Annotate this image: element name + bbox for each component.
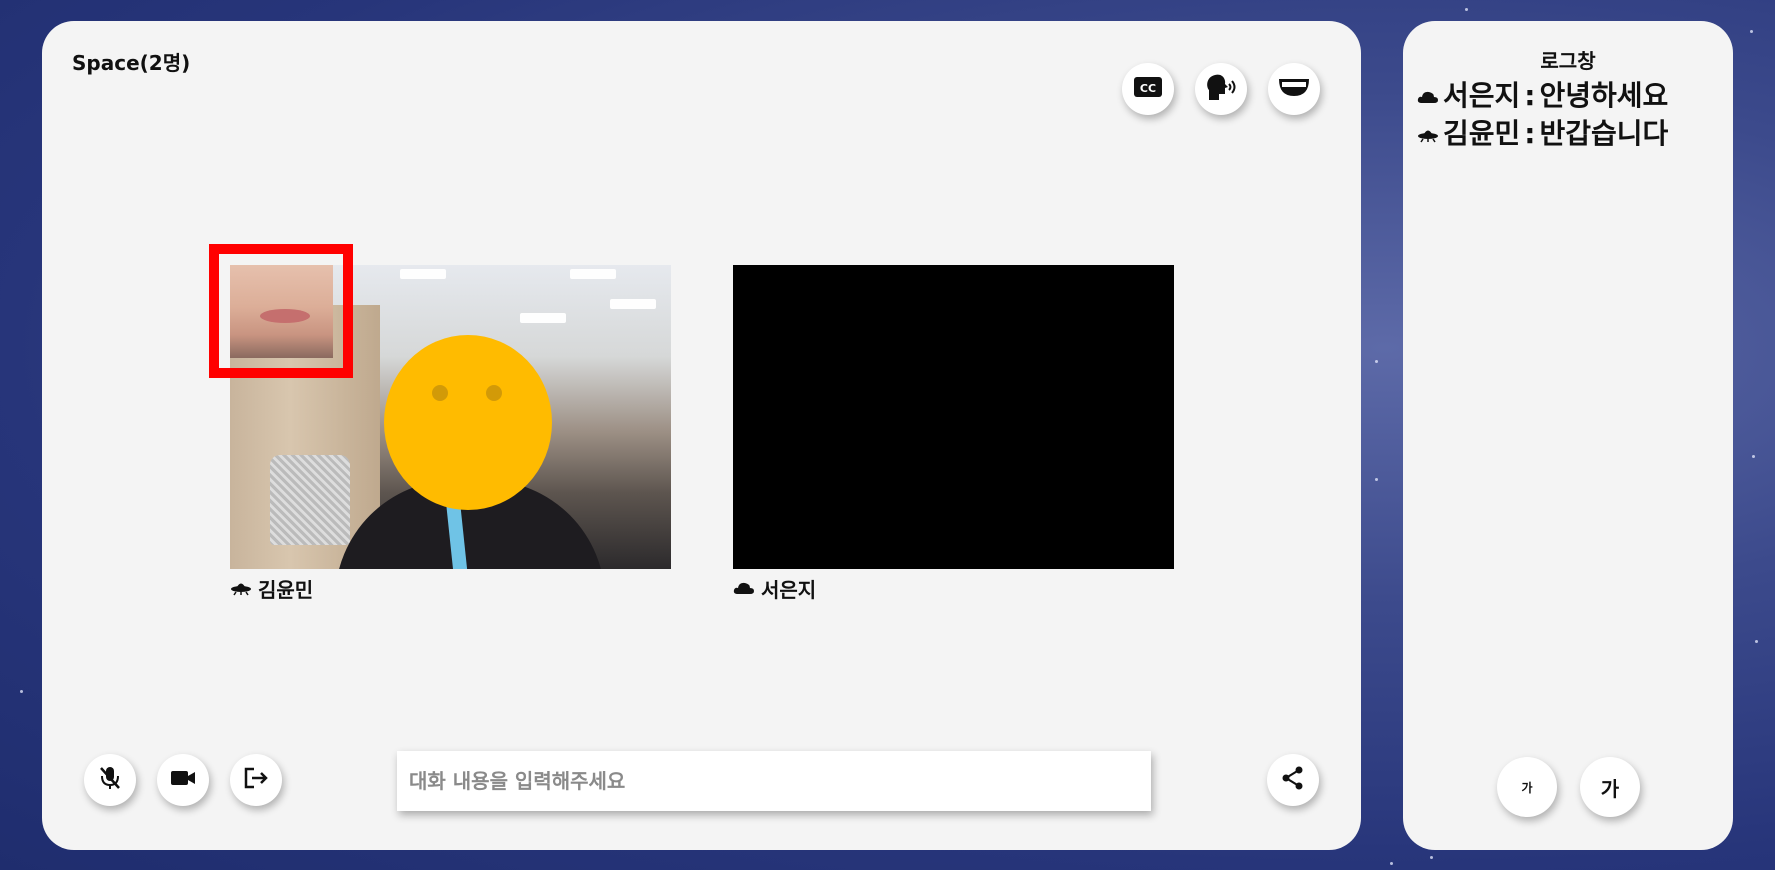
log-entry-separator: :	[1524, 79, 1536, 112]
star	[1390, 862, 1393, 865]
log-entry-name: 김윤민	[1443, 117, 1521, 150]
star	[1750, 30, 1753, 33]
ufo-icon	[230, 577, 252, 601]
speech-button[interactable]	[1195, 63, 1247, 115]
log-title: 로그창	[1540, 49, 1596, 73]
emotion-button[interactable]	[1268, 63, 1320, 115]
star	[1752, 455, 1755, 458]
cloud-icon	[1417, 77, 1439, 115]
share-icon	[1280, 765, 1306, 795]
face-cover-emoji	[384, 335, 552, 510]
star	[1375, 360, 1378, 363]
meeting-panel: Space(2명) CC 김윤민 서은지 대화 내용을 입력해주세요	[42, 21, 1361, 850]
font-small-label: 가	[1521, 780, 1533, 795]
subtitles-button[interactable]: CC	[1122, 63, 1174, 115]
star	[1465, 8, 1468, 11]
smile-mouth-icon	[1277, 76, 1311, 102]
exit-button[interactable]	[230, 754, 282, 806]
log-list: 서은지 : 안녕하세요 김윤민 : 반갑습니다	[1417, 77, 1668, 153]
log-entry: 김윤민 : 반갑습니다	[1417, 115, 1668, 153]
font-size-small-button[interactable]: 가	[1497, 757, 1557, 817]
mute-button[interactable]	[84, 754, 136, 806]
ufo-icon	[1417, 115, 1439, 153]
space-title: Space(2명)	[72, 51, 191, 75]
participant-name: 김윤민	[258, 578, 314, 602]
log-entry-name: 서은지	[1443, 79, 1521, 112]
video-camera-icon	[170, 769, 196, 791]
log-entry: 서은지 : 안녕하세요	[1417, 77, 1668, 115]
log-entry-message: 반갑습니다	[1539, 117, 1669, 150]
font-size-large-button[interactable]: 가	[1580, 757, 1640, 817]
face-detection-frame	[209, 244, 353, 378]
log-entry-separator: :	[1524, 117, 1536, 150]
chat-input[interactable]	[397, 751, 1151, 811]
participant-label: 김윤민	[230, 574, 313, 603]
log-panel: 로그창 서은지 : 안녕하세요 김윤민 : 반갑습니다 가 가	[1403, 21, 1733, 850]
participant-label: 서은지	[733, 574, 816, 603]
speaking-head-icon	[1205, 72, 1237, 106]
cc-icon: CC	[1133, 75, 1163, 103]
share-button[interactable]	[1267, 754, 1319, 806]
star	[20, 690, 23, 693]
remote-video	[733, 265, 1174, 569]
svg-text:CC: CC	[1140, 82, 1156, 95]
camera-button[interactable]	[157, 754, 209, 806]
cloud-icon	[733, 577, 755, 601]
chair	[270, 455, 350, 545]
font-large-label: 가	[1600, 776, 1620, 801]
participant-name: 서은지	[761, 578, 817, 602]
star	[1430, 856, 1433, 859]
log-entry-message: 안녕하세요	[1539, 79, 1669, 112]
exit-icon	[243, 766, 269, 794]
star	[1755, 640, 1758, 643]
mic-off-icon	[98, 765, 122, 795]
star	[1375, 478, 1378, 481]
